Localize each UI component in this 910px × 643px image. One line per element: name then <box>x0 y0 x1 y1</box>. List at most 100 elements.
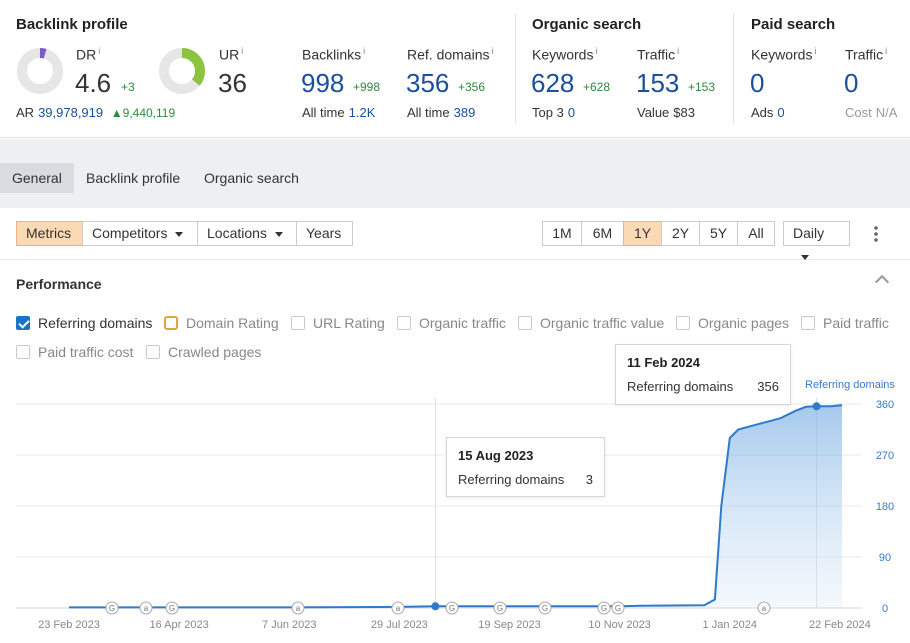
series-label: Referring domains <box>805 379 895 391</box>
svg-text:G: G <box>109 604 115 613</box>
organic-traffic-delta: +153 <box>688 80 716 94</box>
range-1y-button[interactable]: 1Y <box>623 221 662 246</box>
range-2y-button[interactable]: 2Y <box>661 221 700 246</box>
x-tick-label: 16 Apr 2023 <box>149 619 208 631</box>
y-tick-label: 360 <box>876 399 894 411</box>
ar-value[interactable]: 39,978,919 <box>38 105 103 120</box>
paid-search-title: Paid search <box>751 16 836 33</box>
annotation-marker: G <box>493 601 507 615</box>
annotation-marker: G <box>611 601 625 615</box>
data-point-marker <box>431 602 440 611</box>
backlinks-alltime: All time 1.2K <box>302 105 376 120</box>
annotation-marker: a <box>139 601 153 615</box>
y-tick-label: 0 <box>882 603 888 615</box>
ref-domains-value[interactable]: 356 <box>406 68 449 99</box>
svg-text:G: G <box>615 604 621 613</box>
svg-text:G: G <box>542 604 548 613</box>
x-tick-label: 7 Jun 2023 <box>262 619 316 631</box>
backlinks-value[interactable]: 998 <box>301 68 344 99</box>
organic-value: Value $83 <box>637 105 695 120</box>
svg-text:G: G <box>169 604 175 613</box>
svg-text:G: G <box>449 604 455 613</box>
backlinks-label[interactable]: Backlinks i <box>302 46 365 63</box>
interval-dropdown[interactable]: Daily <box>783 221 850 260</box>
svg-text:a: a <box>396 604 401 613</box>
dr-value: 4.6 <box>75 68 112 98</box>
organic-traffic-value[interactable]: 153 <box>636 68 679 99</box>
dr-label[interactable]: DR i <box>76 46 100 63</box>
annotation-marker: a <box>391 601 405 615</box>
x-tick-label: 1 Jan 2024 <box>703 619 757 631</box>
x-tick-label: 23 Feb 2023 <box>38 619 100 631</box>
tab-backlink-profile[interactable]: Backlink profile <box>74 163 192 193</box>
paid-traffic-label[interactable]: Traffic i <box>845 46 887 63</box>
range-5y-button[interactable]: 5Y <box>699 221 738 246</box>
chevron-down-icon <box>175 231 184 237</box>
tooltip-feb-2024: 11 Feb 2024 Referring domains 356 <box>615 344 791 405</box>
ref-domains-label[interactable]: Ref. domains i <box>407 46 493 63</box>
x-tick-label: 29 Jul 2023 <box>371 619 428 631</box>
annotation-marker: a <box>291 601 305 615</box>
filter-bar: Metrics Competitors Locations Years 1M 6… <box>0 208 910 260</box>
paid-keywords-value[interactable]: 0 <box>750 68 764 99</box>
x-tick-label: 19 Sep 2023 <box>478 619 540 631</box>
y-tick-label: 270 <box>876 450 894 462</box>
overview-panel: Backlink profile DR i 4.6 +3 UR i 36 AR 39,… <box>0 0 910 138</box>
svg-text:a: a <box>296 604 301 613</box>
dr-delta: +3 <box>121 80 135 94</box>
organic-keywords-value[interactable]: 628 <box>531 68 574 99</box>
ar-delta: ▲9,440,119 <box>110 106 176 120</box>
more-options-icon[interactable] <box>872 225 880 243</box>
series-area <box>69 405 842 608</box>
arrow-up-icon: ▲ <box>110 106 123 120</box>
svg-text:G: G <box>601 604 607 613</box>
tooltip-aug-2023: 15 Aug 2023 Referring domains 3 <box>446 437 605 497</box>
tab-general[interactable]: General <box>0 163 74 193</box>
backlinks-delta: +998 <box>353 80 381 94</box>
ur-value: 36 <box>218 68 247 98</box>
ur-label[interactable]: UR i <box>219 46 243 63</box>
annotation-marker: G <box>165 601 179 615</box>
range-6m-button[interactable]: 6M <box>581 221 624 246</box>
divider <box>733 14 734 124</box>
data-point-marker <box>812 402 821 411</box>
locations-dropdown[interactable]: Locations <box>197 221 297 246</box>
organic-traffic-label[interactable]: Traffic i <box>637 46 679 63</box>
paid-keywords-label[interactable]: Keywords i <box>751 46 816 63</box>
svg-text:a: a <box>144 604 149 613</box>
x-tick-label: 22 Feb 2024 <box>809 619 871 631</box>
backlink-profile-title: Backlink profile <box>16 16 128 33</box>
svg-text:a: a <box>762 604 767 613</box>
competitors-dropdown[interactable]: Competitors <box>82 221 198 246</box>
collapse-chevron-icon[interactable] <box>874 274 890 290</box>
section-tabs: General Backlink profile Organic search <box>0 139 910 208</box>
organic-keywords-delta: +628 <box>583 80 611 94</box>
divider <box>515 14 516 124</box>
annotation-marker: G <box>538 601 552 615</box>
range-all-button[interactable]: All <box>737 221 775 246</box>
paid-ads: Ads 0 <box>751 105 785 120</box>
organic-keywords-label[interactable]: Keywords i <box>532 46 597 63</box>
organic-top3: Top 30 <box>532 105 576 120</box>
y-tick-label: 180 <box>876 501 894 513</box>
chevron-down-icon <box>274 231 283 237</box>
annotation-marker: a <box>757 601 771 615</box>
years-button[interactable]: Years <box>296 221 353 246</box>
ref-domains-delta: +356 <box>458 80 486 94</box>
y-tick-label: 90 <box>879 552 891 564</box>
performance-title: Performance <box>16 276 102 292</box>
tab-organic-search[interactable]: Organic search <box>192 163 311 193</box>
metrics-button[interactable]: Metrics <box>16 221 83 246</box>
referring-domains-chart[interactable]: GaGaaGGGGGa 23 Feb 2023 16 Apr 2023 7 Jun … <box>0 380 910 643</box>
paid-cost: Cost N/A <box>845 105 898 120</box>
svg-text:G: G <box>497 604 503 613</box>
paid-traffic-value[interactable]: 0 <box>844 68 858 99</box>
range-1m-button[interactable]: 1M <box>542 221 582 246</box>
annotation-marker: G <box>105 601 119 615</box>
chevron-down-icon <box>801 254 809 260</box>
annotation-marker: G <box>445 601 459 615</box>
dr-ring-icon <box>17 48 63 94</box>
ar-row: AR 39,978,919 ▲9,440,119 <box>16 105 176 120</box>
organic-search-title: Organic search <box>532 16 642 33</box>
ur-ring-icon <box>159 48 205 94</box>
